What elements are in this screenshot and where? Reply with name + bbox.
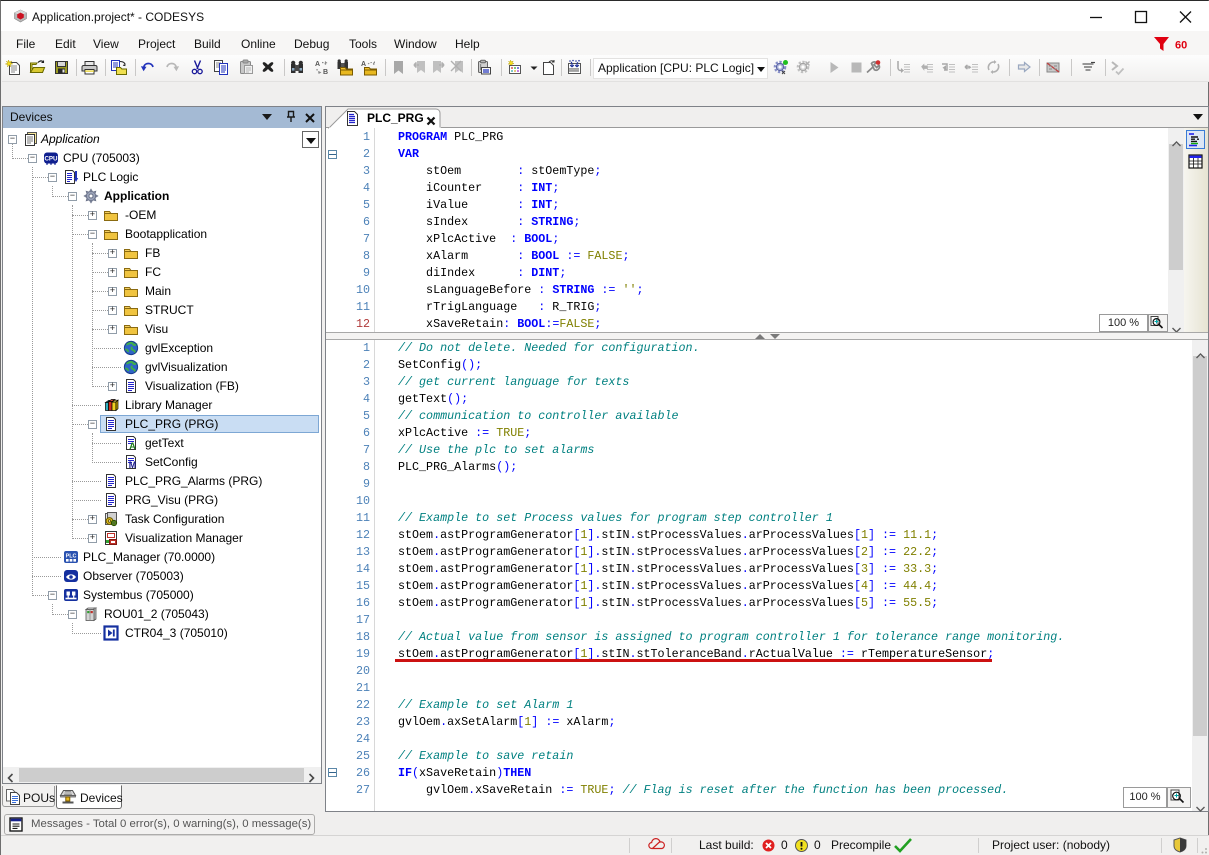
svg-text:B: B <box>323 69 328 76</box>
svg-text:PLC: PLC <box>66 554 77 560</box>
svg-text:A: A <box>315 61 320 68</box>
svg-text:A: A <box>361 61 366 68</box>
svg-text:CPU: CPU <box>44 156 58 163</box>
svg-text:M: M <box>129 460 137 470</box>
svg-text:60: 60 <box>1175 40 1187 52</box>
svg-text:A: A <box>129 441 136 451</box>
